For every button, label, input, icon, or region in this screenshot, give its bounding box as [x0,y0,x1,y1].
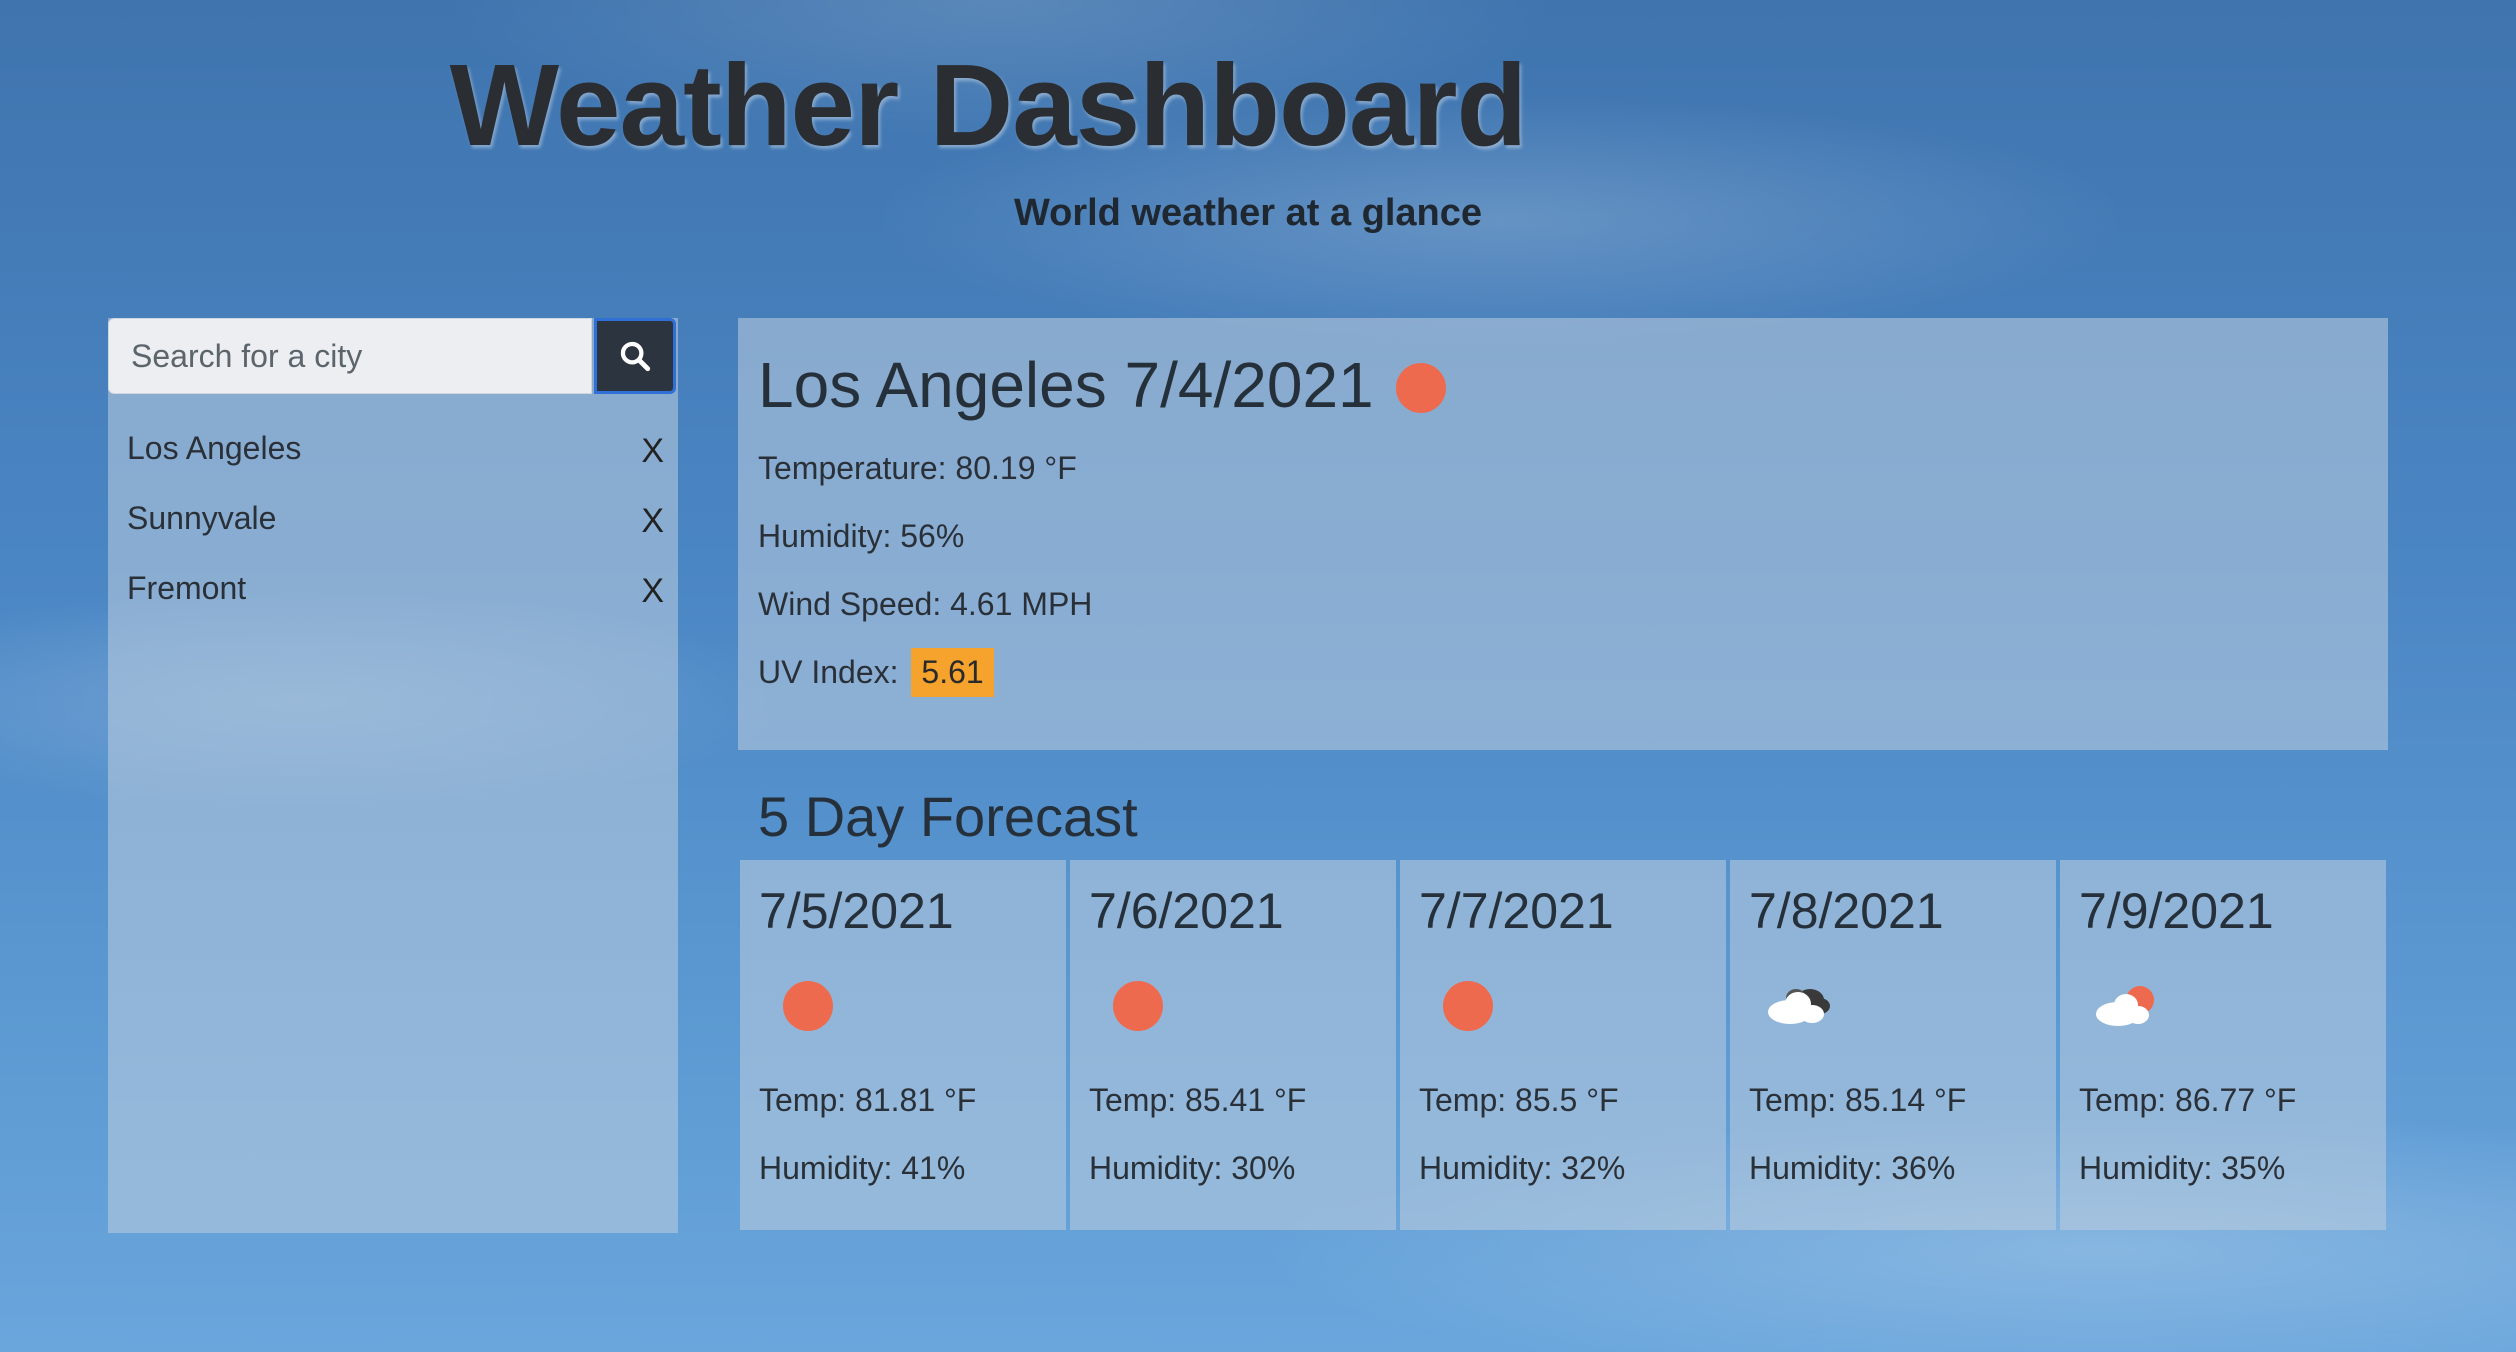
current-temperature: Temperature: 80.19 °F [758,450,1077,486]
forecast-cards: 7/5/2021 Temp: 81.81 °F Humidity: 41% 7/… [740,860,2386,1230]
forecast-card: 7/9/2021 Temp: 86.77 °F Humidity: 35% [2060,860,2386,1230]
sidebar: Los Angeles X Sunnyvale X Fremont X [108,318,678,1233]
current-uv-index: UV Index: 5.61 [758,648,994,697]
search-bar [108,318,678,394]
sun-icon [1113,981,1163,1031]
current-city-date: Los Angeles 7/4/2021 [758,349,1374,421]
forecast-date: 7/6/2021 [1089,883,1284,939]
forecast-temp: Temp: 85.5 °F [1419,1082,1619,1118]
current-wind-speed: Wind Speed: 4.61 MPH [758,586,1093,622]
forecast-date: 7/5/2021 [759,883,954,939]
few-clouds-icon [2096,986,2154,1026]
history-item-label[interactable]: Sunnyvale [127,500,276,537]
forecast-date: 7/8/2021 [1749,883,1944,939]
remove-city-button[interactable]: X [641,502,664,541]
remove-city-button[interactable]: X [641,432,664,471]
current-weather-panel: Los Angeles 7/4/2021 Temperature: 80.19 … [738,318,2388,750]
forecast-humidity: Humidity: 35% [2079,1150,2286,1186]
remove-city-button[interactable]: X [641,572,664,611]
forecast-temp: Temp: 85.14 °F [1749,1082,1967,1118]
forecast-temp: Temp: 86.77 °F [2079,1082,2297,1118]
history-item-los-angeles[interactable]: Los Angeles X [108,416,678,486]
forecast-temp: Temp: 85.41 °F [1089,1082,1307,1118]
uv-index-label: UV Index: [758,654,899,690]
search-input[interactable] [108,318,592,394]
history-item-fremont[interactable]: Fremont X [108,556,678,626]
forecast-heading: 5 Day Forecast [758,785,1138,848]
history-item-label[interactable]: Los Angeles [127,430,301,467]
sun-icon [1395,363,1446,414]
forecast-date: 7/7/2021 [1419,883,1614,939]
page-title-text: Weather Dashboard [449,40,1528,170]
search-icon [620,341,651,372]
search-button[interactable] [594,318,676,394]
page-subtitle: World weather at a glance [0,192,2516,235]
current-humidity: Humidity: 56% [758,518,965,554]
history-item-sunnyvale[interactable]: Sunnyvale X [108,486,678,556]
page-title: Weather Dashboard [0,38,2516,172]
forecast-temp: Temp: 81.81 °F [759,1082,977,1118]
forecast-card: 7/6/2021 Temp: 85.41 °F Humidity: 30% [1070,860,1396,1230]
history-item-label[interactable]: Fremont [127,570,246,607]
forecast-humidity: Humidity: 41% [759,1150,966,1186]
broken-clouds-icon [1768,989,1830,1024]
forecast-date: 7/9/2021 [2079,883,2274,939]
sun-icon [783,981,833,1031]
forecast-humidity: Humidity: 30% [1089,1150,1296,1186]
forecast-humidity: Humidity: 36% [1749,1150,1956,1186]
page-subtitle-text: World weather at a glance [1013,192,1483,234]
uv-index-badge: 5.61 [911,648,994,697]
current-weather-heading: Los Angeles 7/4/2021 [758,348,1446,422]
forecast-card: 7/8/2021 Temp: 85.14 °F Humidity: 36% [1730,860,2056,1230]
search-history-list: Los Angeles X Sunnyvale X Fremont X [108,416,678,626]
forecast-card: 7/5/2021 Temp: 81.81 °F Humidity: 41% [740,860,1066,1230]
forecast-humidity: Humidity: 32% [1419,1150,1626,1186]
sun-icon [1443,981,1493,1031]
forecast-card: 7/7/2021 Temp: 85.5 °F Humidity: 32% [1400,860,1726,1230]
page: Weather Dashboard World weather at a gla… [0,0,2516,1352]
